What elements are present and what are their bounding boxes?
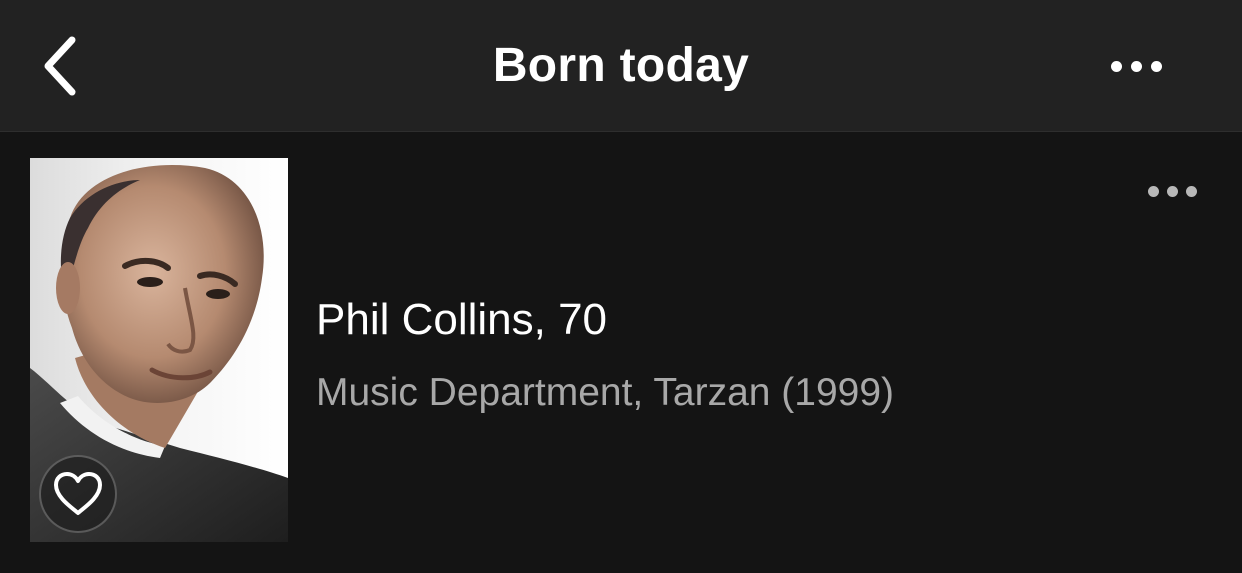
heart-outline-icon (54, 472, 102, 515)
ellipsis-icon (1147, 185, 1159, 197)
ellipsis-icon (1110, 60, 1122, 72)
person-known-for: Music Department, Tarzan (1999) (316, 371, 895, 414)
person-name-age[interactable]: Phil Collins, 70 (316, 295, 607, 345)
person-photo[interactable] (30, 158, 288, 542)
app-screen: Born today Phil Collins, 70 Music Depart… (0, 0, 1242, 573)
ellipsis-icon (1166, 185, 1178, 197)
person-list-item[interactable]: Phil Collins, 70 Music Department, Tarza… (0, 133, 1242, 573)
favorite-button[interactable] (39, 455, 117, 533)
page-title: Born today (492, 39, 750, 92)
ellipsis-icon (1130, 60, 1142, 72)
ellipsis-icon (1185, 185, 1197, 197)
item-more-button[interactable] (1134, 177, 1210, 205)
header-more-button[interactable] (1096, 44, 1176, 88)
top-bar: Born today (0, 0, 1242, 132)
ellipsis-icon (1150, 60, 1162, 72)
